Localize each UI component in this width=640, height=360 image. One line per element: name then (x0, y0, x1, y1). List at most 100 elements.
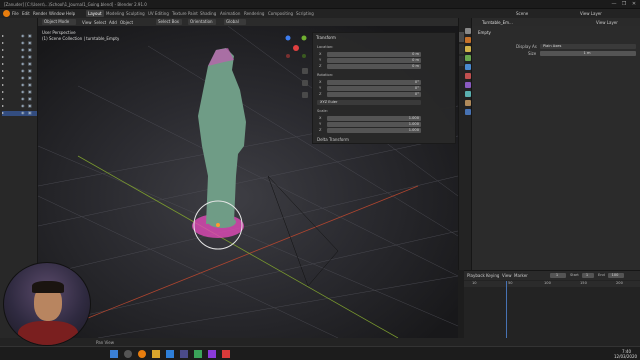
eye-icon[interactable]: ◉ (21, 83, 25, 87)
camera-icon[interactable]: ▣ (28, 111, 32, 115)
tab-layout[interactable]: Layout (86, 10, 104, 17)
location-y-field[interactable]: 0 m (327, 58, 421, 63)
camera-icon[interactable]: ▣ (28, 62, 32, 66)
camera-icon[interactable]: ▣ (28, 76, 32, 80)
menu-select[interactable]: Select (94, 20, 106, 25)
eye-icon[interactable]: ◉ (21, 76, 25, 80)
expand-icon[interactable]: ▸ (2, 76, 6, 80)
menu-window[interactable]: Window (49, 11, 65, 16)
expand-icon[interactable]: ▸ (2, 62, 6, 66)
app-icon[interactable] (180, 350, 188, 358)
app-icon[interactable] (194, 350, 202, 358)
expand-icon[interactable]: ▸ (2, 41, 6, 45)
camera-icon[interactable]: ▣ (28, 55, 32, 59)
scale-x-field[interactable]: 1.000 (327, 116, 421, 121)
expand-icon[interactable]: ▸ (2, 83, 6, 87)
end-frame-field[interactable]: 100 (608, 273, 624, 278)
properties-view-layer[interactable]: View Layer (596, 20, 618, 25)
tab-sculpting[interactable]: Sculpting (124, 10, 147, 17)
close-button[interactable]: ✕ (630, 2, 638, 7)
eye-icon[interactable]: ◉ (21, 69, 25, 73)
outliner-row[interactable]: ▸ ◉ ▣ (2, 97, 37, 102)
camera-icon[interactable]: ▣ (28, 34, 32, 38)
timeline-menu-marker[interactable]: Marker (514, 273, 528, 278)
mode-selector[interactable]: Object Mode (42, 19, 76, 25)
tab-modeling[interactable]: Modeling (104, 10, 126, 17)
properties-tab-icon[interactable] (465, 73, 471, 79)
eye-icon[interactable]: ◉ (21, 41, 25, 45)
tab-uv-editing[interactable]: UV Editing (146, 10, 171, 17)
search-icon[interactable] (124, 350, 132, 358)
outliner-row[interactable]: ▸ ◉ ▣ (2, 62, 37, 67)
menu-file[interactable]: File (12, 11, 19, 16)
blender-taskbar-icon[interactable] (138, 350, 146, 358)
blender-logo-icon[interactable] (3, 10, 10, 17)
delta-transform-section[interactable]: Delta Transform (317, 137, 349, 142)
camera-icon[interactable]: ▣ (28, 97, 32, 101)
expand-icon[interactable]: ▸ (2, 97, 6, 101)
timeline-menu-keying[interactable]: Keying (486, 273, 499, 278)
rotation-mode-select[interactable]: XYZ Euler (317, 100, 421, 105)
camera-icon[interactable]: ▣ (28, 69, 32, 73)
outliner-row[interactable]: ▸ ◉ ▣ (2, 34, 37, 39)
camera-icon[interactable]: ▣ (28, 90, 32, 94)
start-frame-field[interactable]: 1 (582, 273, 594, 278)
properties-tab-icon[interactable] (465, 100, 471, 106)
maximize-button[interactable]: ❐ (620, 2, 628, 7)
eye-icon[interactable]: ◉ (21, 90, 25, 94)
eye-icon[interactable]: ◉ (21, 48, 25, 52)
tab-shading[interactable]: Shading (198, 10, 218, 17)
location-x-field[interactable]: 0 m (327, 52, 421, 57)
scale-z-field[interactable]: 1.000 (327, 128, 421, 133)
outliner-row[interactable]: ▸ ◉ ▣ (2, 55, 37, 60)
tab-scripting[interactable]: Scripting (294, 10, 316, 17)
select-box-tool[interactable]: Select Box (156, 19, 182, 25)
expand-icon[interactable]: ▸ (2, 111, 6, 115)
expand-icon[interactable]: ▸ (2, 34, 6, 38)
size-field[interactable]: 1 m (540, 51, 636, 56)
scale-y-field[interactable]: 1.000 (327, 122, 421, 127)
timeline-ruler[interactable]: 10 50 100 150 200 (464, 281, 640, 287)
camera-icon[interactable]: ▣ (28, 83, 32, 87)
camera-icon[interactable]: ▣ (28, 104, 32, 108)
menu-add[interactable]: Add (109, 20, 117, 25)
menu-view[interactable]: View (82, 20, 92, 25)
menu-render[interactable]: Render (33, 11, 47, 16)
app-icon[interactable] (222, 350, 230, 358)
tab-animation[interactable]: Animation (218, 10, 242, 17)
expand-icon[interactable]: ▸ (2, 69, 6, 73)
outliner-row[interactable]: ▸ ◉ ▣ (2, 76, 37, 81)
display-as-select[interactable]: Plain Axes (540, 44, 636, 49)
camera-icon[interactable]: ▣ (28, 48, 32, 52)
properties-tab-icon[interactable] (465, 109, 471, 115)
transform-orientation[interactable]: Global (224, 19, 246, 25)
playhead[interactable] (506, 281, 507, 339)
properties-tab-icon[interactable] (465, 55, 471, 61)
tab-texture-paint[interactable]: Texture Paint (170, 10, 200, 17)
transform-section-header[interactable]: Transform (316, 35, 452, 41)
eye-icon[interactable]: ◉ (21, 111, 25, 115)
timeline-menu-view[interactable]: View (502, 273, 512, 278)
menu-help[interactable]: Help (66, 11, 75, 16)
folder-icon[interactable] (152, 350, 160, 358)
outliner-row[interactable]: ▸ ◉ ▣ (2, 111, 37, 116)
properties-tab-icon[interactable] (465, 64, 471, 70)
minimize-button[interactable]: — (610, 2, 618, 7)
view-layer-selector[interactable]: View Layer (580, 11, 602, 16)
rotation-y-field[interactable]: 0° (327, 86, 421, 91)
properties-tab-icon[interactable] (465, 46, 471, 52)
tab-rendering[interactable]: Rendering (242, 10, 266, 17)
eye-icon[interactable]: ◉ (21, 97, 25, 101)
expand-icon[interactable]: ▸ (2, 55, 6, 59)
menu-edit[interactable]: Edit (22, 11, 30, 16)
timeline-menu-playback[interactable]: Playback (467, 273, 485, 278)
properties-tab-icon[interactable] (465, 82, 471, 88)
outliner-row[interactable]: ▸ ◉ ▣ (2, 83, 37, 88)
outliner-row[interactable]: ▸ ◉ ▣ (2, 90, 37, 95)
app-icon[interactable] (166, 350, 174, 358)
expand-icon[interactable]: ▸ (2, 90, 6, 94)
outliner-row[interactable]: ▸ ◉ ▣ (2, 69, 37, 74)
current-frame-field[interactable]: 1 (550, 273, 566, 278)
empty-section-header[interactable]: Empty (478, 30, 491, 35)
start-button-icon[interactable] (110, 350, 118, 358)
